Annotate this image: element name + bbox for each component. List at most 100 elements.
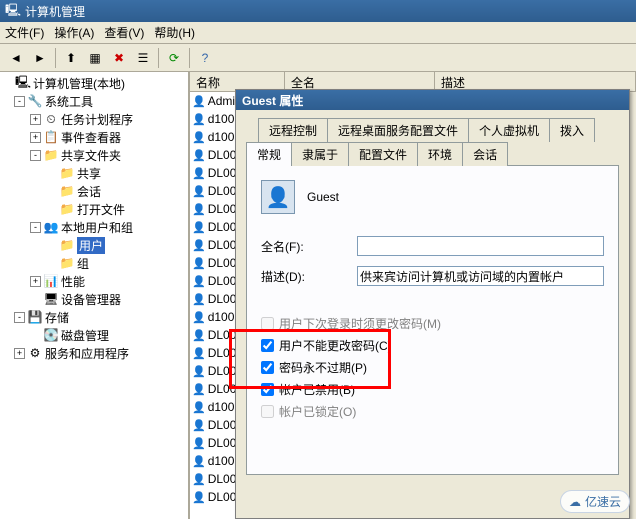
watermark: ☁ 亿速云	[560, 490, 630, 513]
user-icon: 👤	[192, 95, 206, 108]
cloud-icon: ☁	[569, 495, 581, 509]
tab-general[interactable]: 常规	[246, 142, 292, 166]
user-name: d100	[208, 400, 235, 414]
nav-back-button[interactable]: ◄	[5, 47, 27, 69]
tree-system-tools[interactable]: -🔧系统工具	[2, 92, 186, 110]
checkbox-cannot-change[interactable]	[261, 339, 274, 352]
tree-users[interactable]: 📁用户	[2, 236, 186, 254]
tab-sessions[interactable]: 会话	[462, 142, 508, 166]
tab-dialin[interactable]: 拨入	[549, 118, 595, 142]
user-name: DL00	[208, 292, 237, 306]
tree-performance[interactable]: +📊性能	[2, 272, 186, 290]
checkbox-account-disabled[interactable]	[261, 383, 274, 396]
user-icon: 👤	[192, 311, 206, 324]
checkbox-must-change	[261, 317, 274, 330]
user-icon: 👤	[192, 203, 206, 216]
user-name: d100	[208, 454, 235, 468]
dialog-title-bar[interactable]: Guest 属性	[236, 90, 629, 110]
tree-root[interactable]: 🖳计算机管理(本地)	[2, 74, 186, 92]
nav-forward-button[interactable]: ►	[29, 47, 51, 69]
tree-disk-management[interactable]: 💽磁盘管理	[2, 326, 186, 344]
tab-environment[interactable]: 环境	[417, 142, 463, 166]
user-name: DL00	[208, 166, 237, 180]
tab-rds-profile[interactable]: 远程桌面服务配置文件	[327, 118, 469, 142]
user-icon: 👤	[192, 239, 206, 252]
description-input[interactable]	[357, 266, 604, 286]
menu-help[interactable]: 帮助(H)	[154, 24, 195, 41]
tree-groups[interactable]: 📁组	[2, 254, 186, 272]
general-panel: 👤 Guest 全名(F): 描述(D): 用户下次登录时须更改密码(M)	[246, 165, 619, 475]
user-name: DL00	[208, 418, 237, 432]
user-name: DL00	[208, 238, 237, 252]
properties-dialog: Guest 属性 远程控制 远程桌面服务配置文件 个人虚拟机 拨入 常规 隶属于…	[235, 89, 630, 519]
user-icon: 👤	[192, 347, 206, 360]
tree-event-viewer[interactable]: +📋事件查看器	[2, 128, 186, 146]
menu-bar: 文件(F) 操作(A) 查看(V) 帮助(H)	[0, 22, 636, 44]
user-name: DL00	[208, 184, 237, 198]
user-name: DL00	[208, 256, 237, 270]
user-icon: 👤	[192, 401, 206, 414]
tree-shared-folders[interactable]: -📁共享文件夹	[2, 146, 186, 164]
user-name: DL00	[208, 220, 237, 234]
tree-open-files[interactable]: 📁打开文件	[2, 200, 186, 218]
tab-remote-control[interactable]: 远程控制	[258, 118, 328, 142]
help-button[interactable]: ?	[194, 47, 216, 69]
tree-services-apps[interactable]: +⚙服务和应用程序	[2, 344, 186, 362]
show-hide-tree-button[interactable]: ▦	[84, 47, 106, 69]
checkbox-locked-row: 帐户已锁定(O)	[261, 403, 604, 420]
user-name: d100	[208, 310, 235, 324]
user-icon: 👤	[192, 221, 206, 234]
description-label: 描述(D):	[261, 268, 349, 285]
user-icon: 👤	[192, 455, 206, 468]
tree-local-users-groups[interactable]: -👥本地用户和组	[2, 218, 186, 236]
user-name: Admi	[208, 94, 235, 108]
user-name: DL00	[208, 346, 237, 360]
user-icon: 👤	[192, 473, 206, 486]
user-name: DL00	[208, 436, 237, 450]
checkbox-never-expires-row[interactable]: 密码永不过期(P)	[261, 359, 604, 376]
user-avatar-icon: 👤	[261, 180, 295, 214]
up-button[interactable]: ⬆	[60, 47, 82, 69]
user-name: DL00	[208, 490, 237, 504]
user-icon: 👤	[192, 167, 206, 180]
user-icon: 👤	[192, 131, 206, 144]
user-icon: 👤	[192, 149, 206, 162]
checkbox-cannot-change-row[interactable]: 用户不能更改密码(C)	[261, 337, 604, 354]
checkbox-must-change-row: 用户下次登录时须更改密码(M)	[261, 315, 604, 332]
delete-button[interactable]: ✖	[108, 47, 130, 69]
user-name: DL00	[208, 364, 237, 378]
menu-action[interactable]: 操作(A)	[54, 24, 94, 41]
user-name: DL00	[208, 202, 237, 216]
window-title: 计算机管理	[25, 3, 85, 20]
user-name: DL00	[208, 382, 237, 396]
menu-file[interactable]: 文件(F)	[5, 24, 44, 41]
user-name: DL00	[208, 148, 237, 162]
checkbox-disabled-row[interactable]: 帐户已禁用(B)	[261, 381, 604, 398]
user-name: DL00	[208, 328, 237, 342]
tree-shares[interactable]: 📁共享	[2, 164, 186, 182]
user-icon: 👤	[192, 383, 206, 396]
window-title-bar: 🖳 计算机管理	[0, 0, 636, 22]
user-icon: 👤	[192, 419, 206, 432]
navigation-tree[interactable]: 🖳计算机管理(本地) -🔧系统工具 +⏲任务计划程序 +📋事件查看器 -📁共享文…	[0, 72, 190, 519]
tab-profile[interactable]: 配置文件	[348, 142, 418, 166]
properties-button[interactable]: ☰	[132, 47, 154, 69]
tree-sessions[interactable]: 📁会话	[2, 182, 186, 200]
user-name: DL00	[208, 274, 237, 288]
tree-task-scheduler[interactable]: +⏲任务计划程序	[2, 110, 186, 128]
checkbox-never-expires[interactable]	[261, 361, 274, 374]
user-icon: 👤	[192, 437, 206, 450]
tab-personal-vm[interactable]: 个人虚拟机	[468, 118, 550, 142]
account-name: Guest	[307, 190, 339, 204]
tab-member-of[interactable]: 隶属于	[291, 142, 349, 166]
user-icon: 👤	[192, 185, 206, 198]
user-name: d100	[208, 130, 235, 144]
menu-view[interactable]: 查看(V)	[104, 24, 144, 41]
tree-storage[interactable]: -💾存储	[2, 308, 186, 326]
refresh-button[interactable]: ⟳	[163, 47, 185, 69]
fullname-label: 全名(F):	[261, 238, 349, 255]
user-icon: 👤	[192, 275, 206, 288]
fullname-input[interactable]	[357, 236, 604, 256]
tree-device-manager[interactable]: 🖥设备管理器	[2, 290, 186, 308]
user-icon: 👤	[192, 365, 206, 378]
